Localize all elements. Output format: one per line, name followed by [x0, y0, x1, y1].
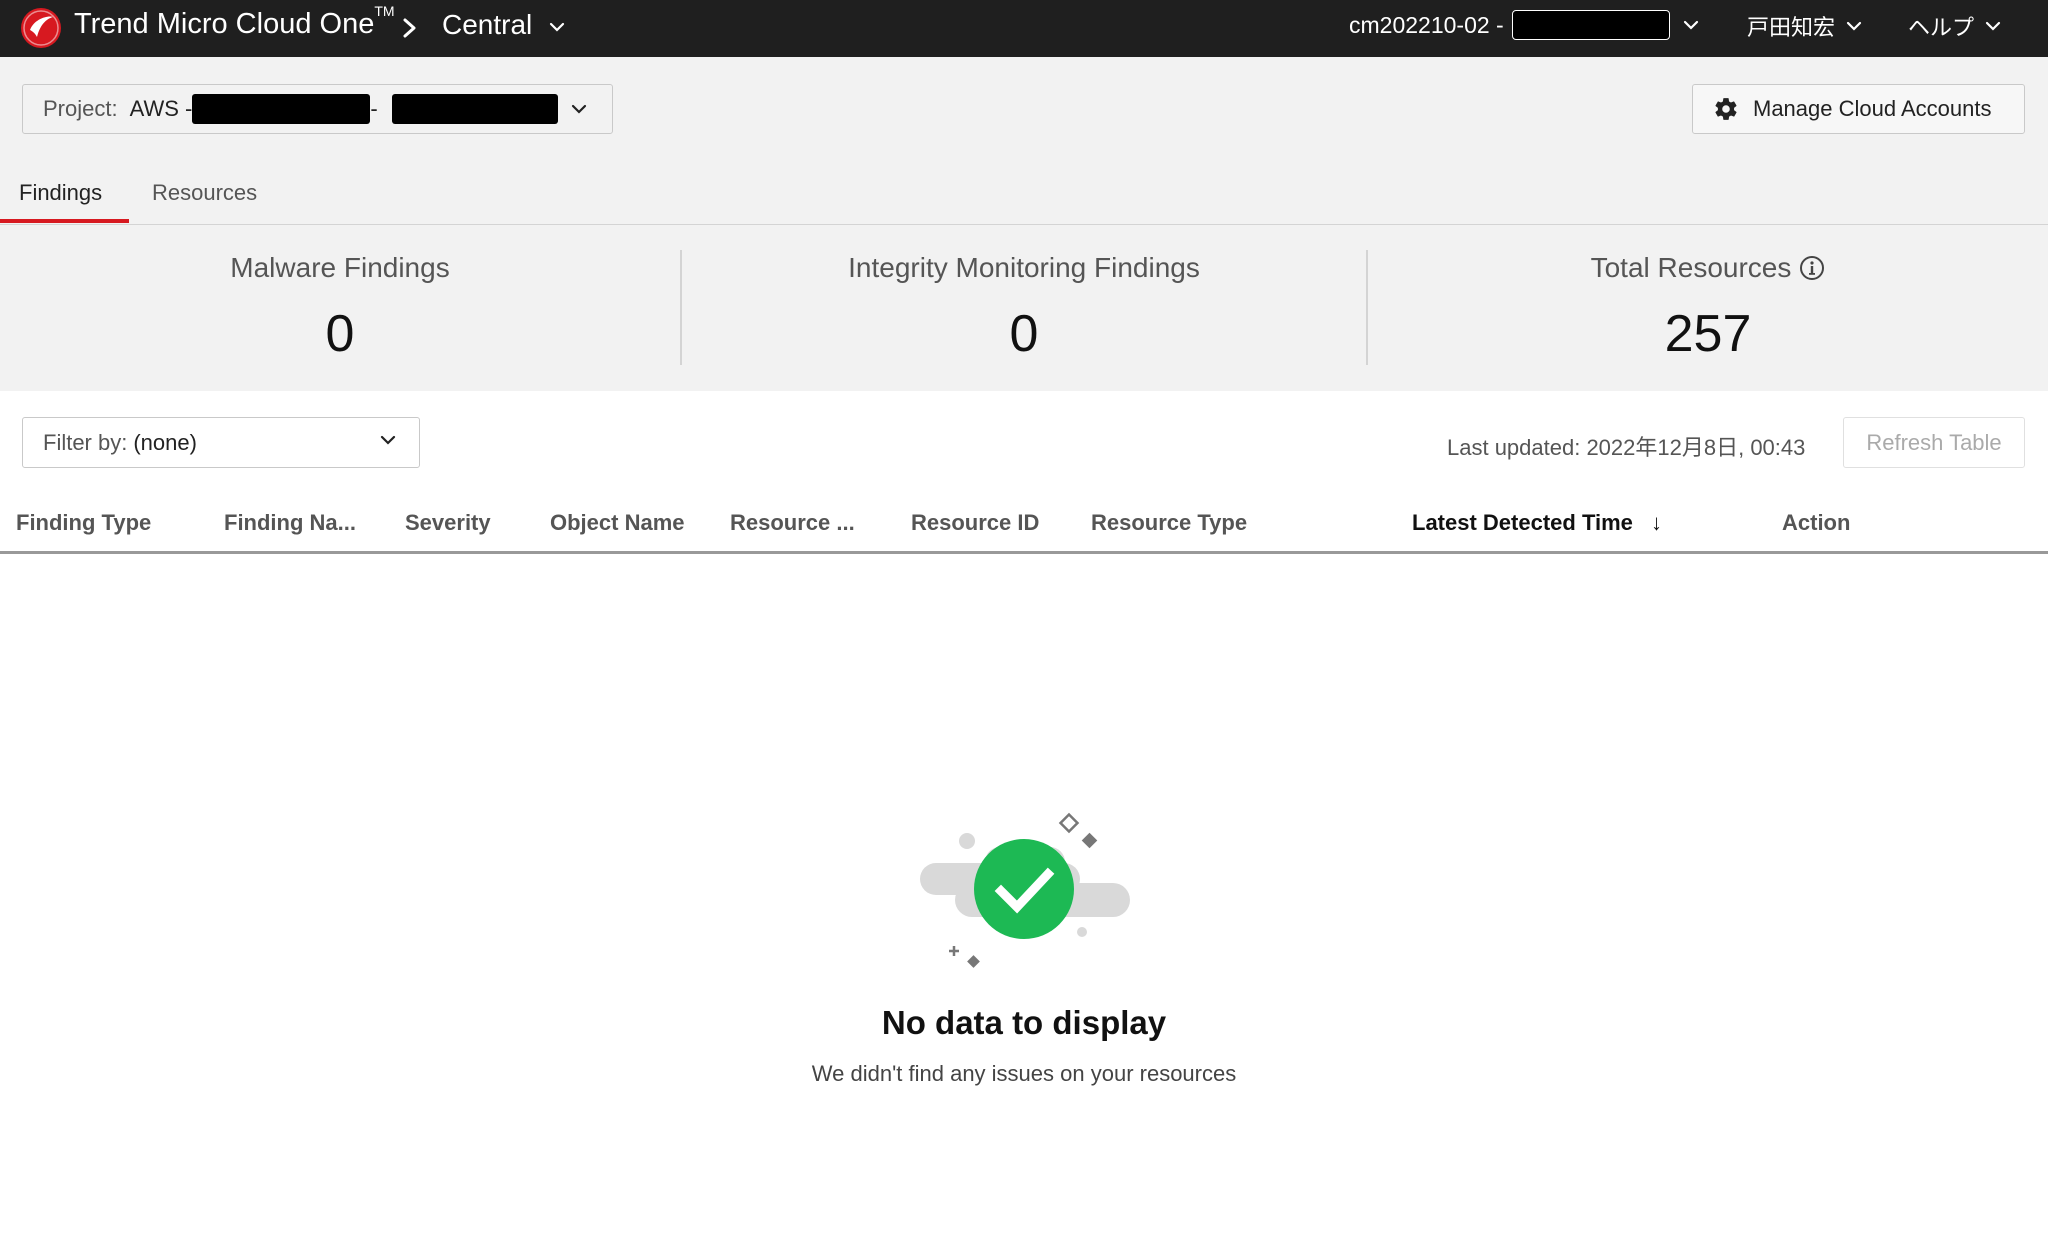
- column-header-latest-detected-time[interactable]: Latest Detected Time ↓: [1412, 510, 1662, 536]
- redacted-project-id: [391, 94, 558, 124]
- empty-state-success-illustration-icon: [920, 812, 1130, 968]
- help-label: ヘルプ: [1908, 15, 1975, 40]
- column-header-object-name[interactable]: Object Name: [550, 510, 685, 536]
- column-header-finding-name[interactable]: Finding Na...: [224, 510, 356, 536]
- account-name: cm202210-02 -: [1349, 11, 1504, 38]
- chevron-down-icon: [571, 104, 586, 114]
- filter-dropdown[interactable]: Filter by: (none): [22, 417, 420, 468]
- stat-value: 0: [325, 305, 355, 363]
- malware-findings-stat: Malware Findings 0: [0, 252, 680, 364]
- chevron-down-icon: [1846, 21, 1862, 31]
- redacted-project-name: [192, 94, 371, 124]
- stat-title: Total Resources: [1368, 252, 2048, 284]
- breadcrumb-chevron-right-icon: [403, 18, 416, 38]
- chevron-down-icon: [549, 22, 565, 32]
- column-header-action[interactable]: Action: [1782, 510, 1850, 536]
- top-navigation-bar: Trend Micro Cloud OneTM Central cm202210…: [0, 0, 2048, 57]
- redacted-account-id: [1511, 10, 1670, 40]
- total-resources-stat: Total Resources 257: [1368, 252, 2048, 364]
- manage-cloud-accounts-button[interactable]: Manage Cloud Accounts: [1692, 84, 2025, 134]
- column-header-finding-type[interactable]: Finding Type: [16, 510, 151, 536]
- refresh-table-button[interactable]: Refresh Table: [1843, 417, 2025, 468]
- column-header-severity[interactable]: Severity: [405, 510, 491, 536]
- empty-state-title: No data to display: [881, 1004, 1167, 1041]
- service-switcher[interactable]: Central: [442, 9, 566, 41]
- filter-label: Filter by:: [43, 429, 128, 455]
- chevron-down-icon: [380, 435, 396, 445]
- help-menu[interactable]: ヘルプ: [1908, 10, 2002, 42]
- tab-findings[interactable]: Findings: [19, 180, 102, 206]
- trend-micro-logo-icon[interactable]: [20, 7, 62, 49]
- product-name[interactable]: Trend Micro Cloud OneTM: [74, 3, 395, 41]
- active-tab-indicator: [0, 219, 129, 223]
- project-label: Project:: [43, 96, 118, 121]
- tab-resources[interactable]: Resources: [152, 180, 257, 206]
- chevron-down-icon: [1683, 20, 1698, 30]
- project-selector[interactable]: Project: AWS - -: [22, 84, 613, 134]
- user-menu[interactable]: 戸田知宏: [1747, 10, 1863, 42]
- chevron-down-icon: [1985, 21, 2001, 31]
- table-header-divider: [0, 551, 2048, 554]
- column-header-resource-id[interactable]: Resource ID: [911, 510, 1039, 536]
- tab-bar: Findings Resources: [0, 168, 2048, 225]
- manage-cloud-accounts-label: Manage Cloud Accounts: [1753, 96, 1992, 121]
- account-switcher[interactable]: cm202210-02 -: [1349, 10, 1700, 40]
- service-name: Central: [442, 9, 533, 40]
- stat-title: Malware Findings: [230, 252, 450, 283]
- divider: [680, 250, 682, 365]
- empty-state-subtitle: We didn't find any issues on your resour…: [811, 1061, 1237, 1086]
- stat-value: 257: [1664, 305, 1752, 363]
- integrity-monitoring-findings-stat: Integrity Monitoring Findings 0: [684, 252, 1364, 364]
- gear-icon: [1715, 98, 1737, 120]
- column-header-resource-type[interactable]: Resource Type: [1091, 510, 1247, 536]
- stat-title: Integrity Monitoring Findings: [848, 252, 1200, 283]
- last-updated-text: Last updated: 2022年12月8日, 00:43: [1447, 435, 1806, 460]
- stat-value: 0: [1009, 305, 1039, 363]
- info-icon[interactable]: [1799, 255, 1825, 281]
- project-value: AWS - -: [130, 94, 558, 124]
- filter-value: (none): [133, 429, 197, 455]
- column-header-resource[interactable]: Resource ...: [730, 510, 855, 536]
- sort-descending-icon: ↓: [1651, 510, 1663, 535]
- user-name: 戸田知宏: [1747, 15, 1836, 40]
